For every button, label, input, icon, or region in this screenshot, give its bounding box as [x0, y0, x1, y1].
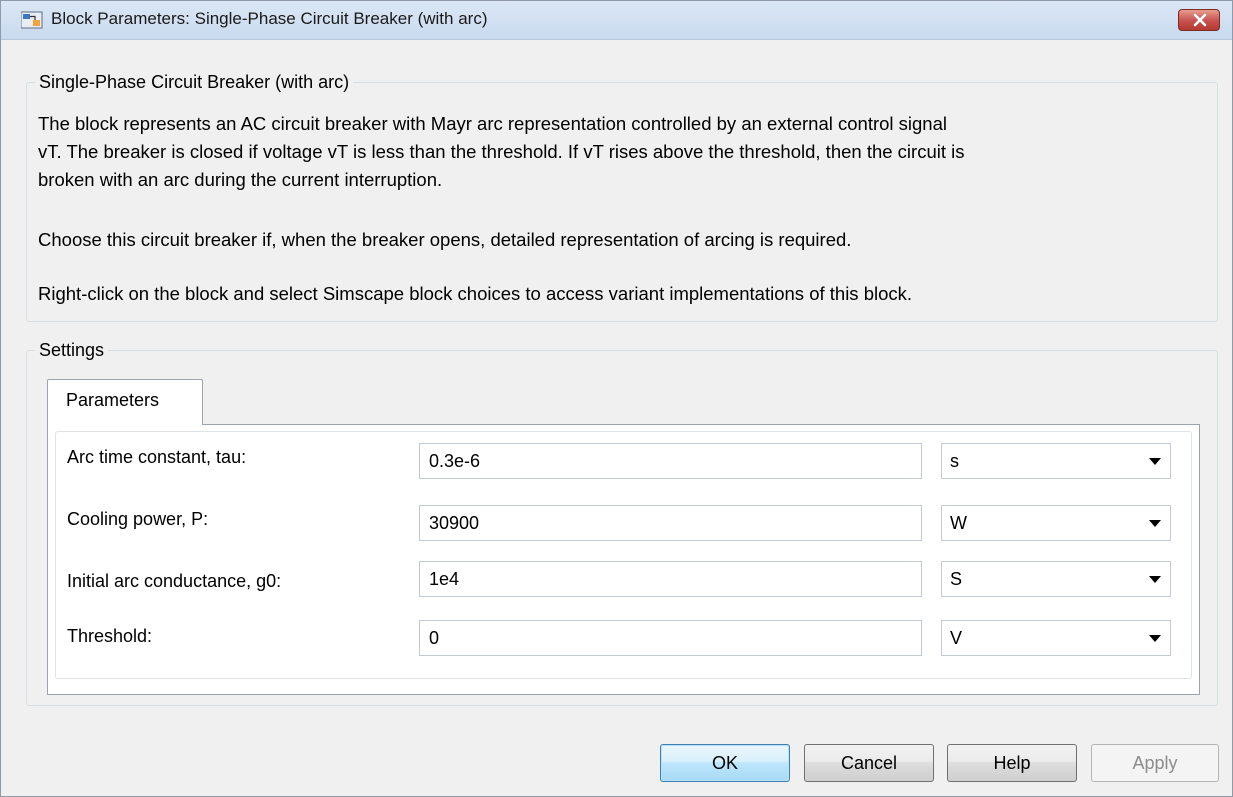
description-line-1: The block represents an AC circuit break…: [38, 113, 947, 134]
chevron-down-icon: [1149, 576, 1161, 583]
description-heading: Single-Phase Circuit Breaker (with arc): [35, 72, 354, 93]
block-parameters-dialog: Block Parameters: Single-Phase Circuit B…: [0, 0, 1233, 797]
threshold-label: Threshold:: [67, 626, 153, 646]
tab-parameters-label: Parameters: [66, 390, 160, 410]
initial-arc-conductance-unit-select[interactable]: S: [941, 561, 1171, 597]
tab-parameters[interactable]: Parameters: [47, 379, 203, 425]
arc-time-constant-unit-select[interactable]: s: [941, 443, 1171, 479]
cooling-power-label: Cooling power, P:: [67, 509, 209, 529]
initial-arc-conductance-unit: S: [950, 569, 963, 589]
chevron-down-icon: [1149, 520, 1161, 527]
threshold-unit-select[interactable]: V: [941, 620, 1171, 656]
cooling-power-input[interactable]: 30900: [419, 505, 922, 541]
cooling-power-unit-select[interactable]: W: [941, 505, 1171, 541]
threshold-unit: V: [950, 628, 963, 648]
dialog-content: Single-Phase Circuit Breaker (with arc) …: [1, 40, 1232, 796]
initial-arc-conductance-label: Initial arc conductance, g0:: [67, 571, 282, 591]
simulink-app-icon: [21, 11, 43, 29]
description-paragraph-3: Right-click on the block and select Sims…: [38, 283, 913, 304]
cooling-power-unit: W: [950, 513, 967, 533]
chevron-down-icon: [1149, 458, 1161, 465]
arc-time-constant-unit: s: [950, 451, 959, 471]
help-button[interactable]: Help: [947, 744, 1077, 782]
cancel-button[interactable]: Cancel: [804, 744, 934, 782]
settings-heading: Settings: [35, 340, 109, 361]
close-button[interactable]: [1178, 9, 1220, 31]
chevron-down-icon: [1149, 635, 1161, 642]
apply-button[interactable]: Apply: [1091, 744, 1219, 782]
threshold-input[interactable]: 0: [419, 620, 922, 656]
ok-button[interactable]: OK: [660, 744, 790, 782]
title-bar[interactable]: Block Parameters: Single-Phase Circuit B…: [1, 1, 1232, 40]
description-paragraph-2: Choose this circuit breaker if, when the…: [38, 229, 852, 250]
description-text: The block represents an AC circuit break…: [38, 110, 1223, 194]
window-title: Block Parameters: Single-Phase Circuit B…: [51, 9, 488, 28]
description-line-3: broken with an arc during the current in…: [38, 169, 443, 190]
description-line-2: vT. The breaker is closed if voltage vT …: [38, 141, 965, 162]
arc-time-constant-label: Arc time constant, tau:: [67, 447, 247, 467]
close-icon: [1193, 13, 1207, 27]
initial-arc-conductance-input[interactable]: 1e4: [419, 561, 922, 597]
arc-time-constant-input[interactable]: 0.3e-6: [419, 443, 922, 479]
